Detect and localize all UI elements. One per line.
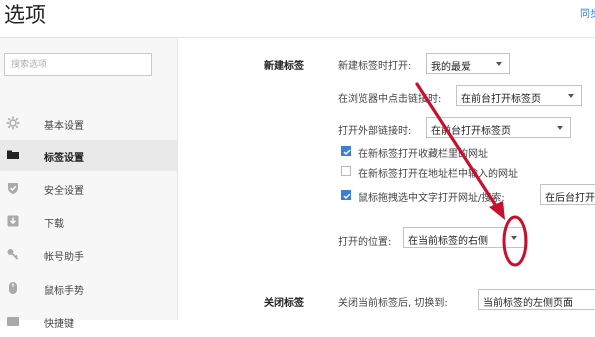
shield-icon [8,183,18,194]
sidebar-item-account[interactable]: 帐号助手 [0,239,177,270]
select-value: 在当前标签的右侧 [408,236,488,247]
sidebar-item-label: 安全设置 [44,186,84,197]
gear-icon [6,116,20,130]
sidebar-item-label: 快捷键 [44,319,74,330]
select-value: 在前台打开标签页 [461,94,541,105]
sidebar-item-shortcut[interactable]: 快捷键 [0,306,177,337]
sidebar-item-label: 鼠标手势 [44,286,84,297]
sidebar-item-label: 下载 [44,219,64,230]
check-icon [343,149,351,156]
addressbar-new-tab-checkbox[interactable] [341,166,351,176]
search-input[interactable] [5,54,151,75]
favorites-new-tab-checkbox[interactable] [341,146,351,156]
sidebar-item-security[interactable]: 安全设置 [0,173,177,204]
sync-link[interactable]: 同步 [580,5,595,20]
select-value: 在后台打开 [545,193,595,204]
after-close-label: 关闭当前标签后, 切换到: [338,298,448,309]
sidebar-item-label: 标签设置 [44,153,84,164]
chevron-down-icon [557,126,563,130]
key-icon [7,249,19,260]
after-close-select[interactable]: 当前标签的左侧页面 [478,289,595,310]
chevron-down-icon [511,236,517,240]
sidebar-item-label: 帐号助手 [44,252,84,263]
select-value: 在前台打开标签页 [431,126,511,137]
sidebar-item-basic[interactable]: 基本设置 [0,108,177,139]
section-title-close-tab: 关闭标签 [264,298,304,309]
drag-search-checkbox[interactable] [341,190,351,200]
favorites-new-tab-label: 在新标签打开收藏栏里的网址 [358,149,488,160]
external-link-select[interactable]: 在前台打开标签页 [426,117,571,138]
drag-search-label: 鼠标拖拽选中文字打开网址/搜索: [358,193,505,204]
sidebar-item-download[interactable]: 下载 [0,206,177,237]
keyboard-icon [7,317,19,326]
check-icon [343,193,351,200]
external-link-label: 打开外部链接时: [338,126,412,137]
mouse-icon [9,282,17,294]
search-box[interactable] [4,53,152,76]
chevron-down-icon [568,94,574,98]
sidebar-item-gesture[interactable]: 鼠标手势 [0,273,177,304]
select-value: 我的最爱 [431,62,471,73]
chevron-down-icon [496,62,502,66]
open-position-select[interactable]: 在当前标签的右侧 [403,227,525,248]
sidebar-item-tabs[interactable]: 标签设置 [0,140,177,171]
download-icon [7,215,19,227]
drag-search-select[interactable]: 在后台打开 [540,184,595,205]
select-value: 当前标签的左侧页面 [483,298,573,309]
open-position-label: 打开的位置: [338,237,392,248]
click-link-label: 在浏览器中点击链接时: [338,94,442,105]
click-link-select[interactable]: 在前台打开标签页 [456,85,582,106]
sidebar-item-label: 基本设置 [44,121,84,132]
tab-icon [7,150,19,159]
section-title-new-tab: 新建标签 [264,61,304,72]
page-title: 选项 [4,3,46,27]
open-new-tab-label: 新建标签时打开: [338,61,412,72]
addressbar-new-tab-label: 在新标签打开在地址栏中输入的网址 [358,169,518,180]
new-tab-open-select[interactable]: 我的最爱 [426,53,510,74]
